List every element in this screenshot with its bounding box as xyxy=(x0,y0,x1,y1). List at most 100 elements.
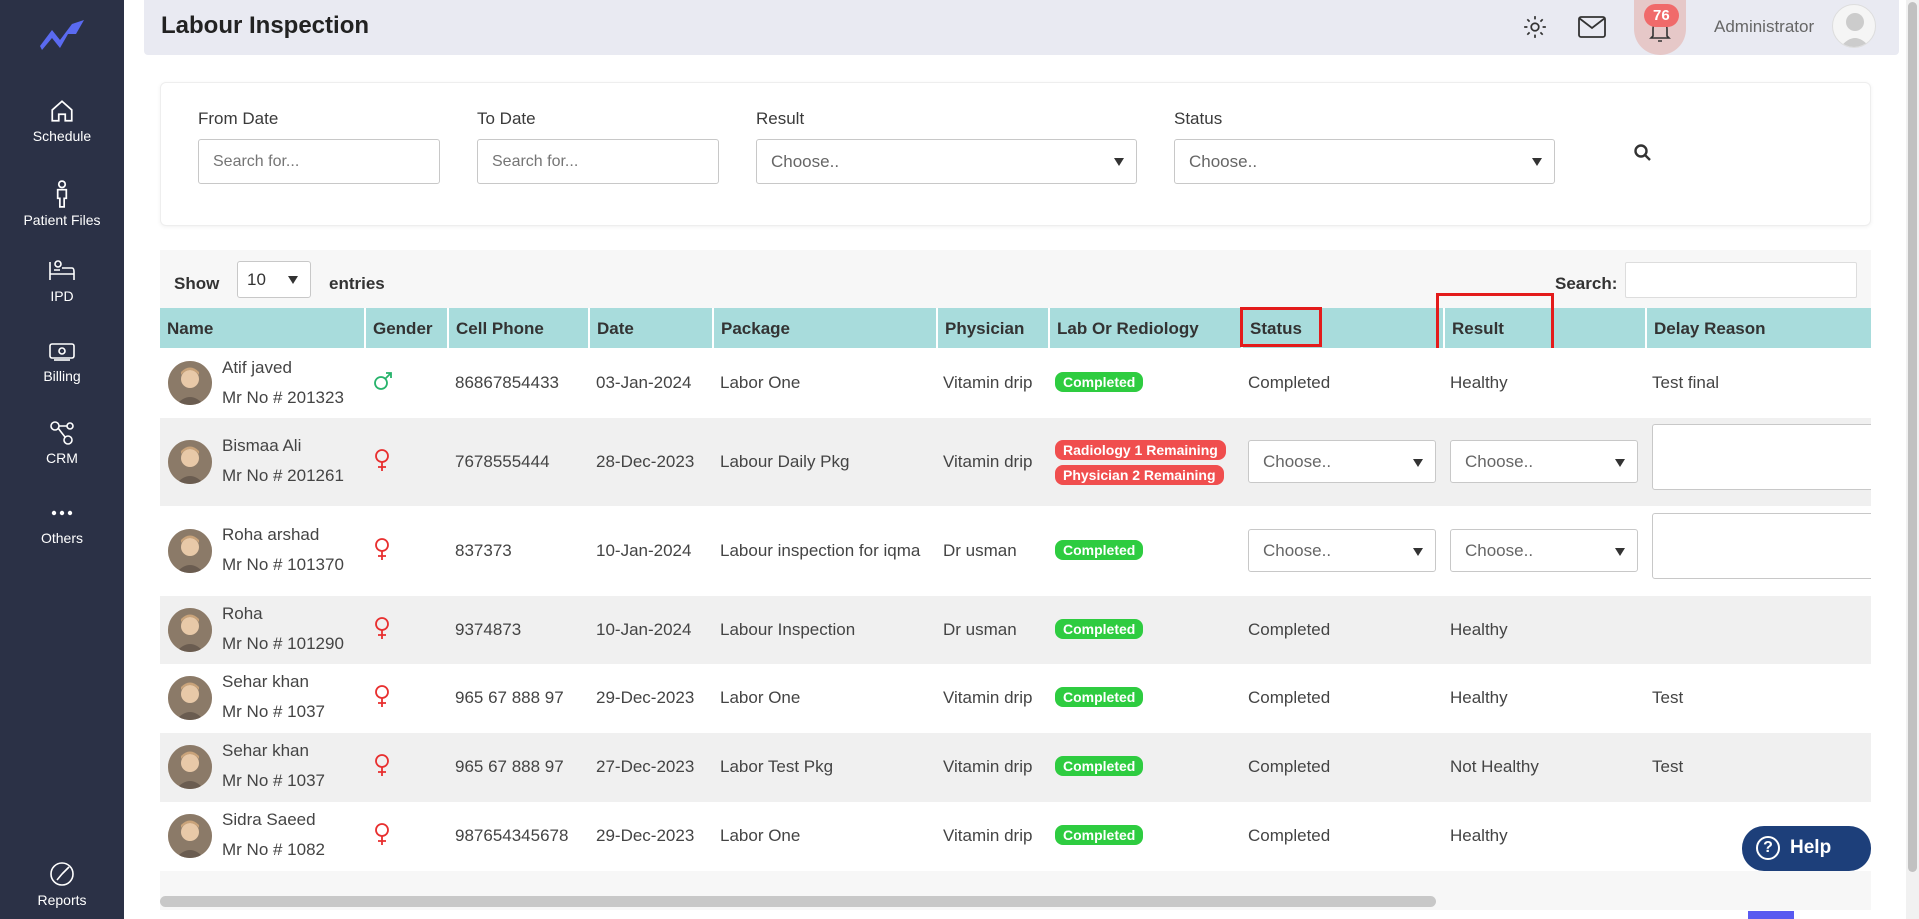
table-row[interactable]: Roha Mr No # 101290 9374873 10-Jan-2024 … xyxy=(160,596,1871,664)
sidebar-item-billing[interactable]: Billing xyxy=(0,340,124,384)
help-button[interactable]: ? Help xyxy=(1742,826,1871,871)
status-select[interactable]: Choose.. xyxy=(1248,529,1436,572)
lab-status-cell: Completed xyxy=(1055,619,1144,639)
vertical-scrollbar-thumb[interactable] xyxy=(1908,2,1917,872)
cell-result: Healthy xyxy=(1450,620,1508,639)
entries-select[interactable]: 10 xyxy=(237,261,311,298)
female-icon xyxy=(375,823,389,845)
column-header-cell-phone[interactable]: Cell Phone xyxy=(447,308,588,348)
lab-status-cell: Completed xyxy=(1055,825,1144,845)
table-row[interactable]: Bismaa Ali Mr No # 201261 7678555444 28-… xyxy=(160,418,1871,506)
patient-avatar xyxy=(168,440,212,484)
page-title: Labour Inspection xyxy=(161,12,370,39)
status-filter-label: Status xyxy=(1174,109,1223,128)
cell-physician: Dr usman xyxy=(943,620,1017,639)
patient-mrno: Mr No # 1037 xyxy=(222,771,325,790)
cell-physician: Vitamin drip xyxy=(943,452,1033,471)
patient-photo-icon xyxy=(168,361,212,405)
column-header-lab-or-rediology[interactable]: Lab Or Rediology xyxy=(1048,308,1241,348)
cell-physician: Vitamin drip xyxy=(943,688,1033,707)
column-header-delay-reason[interactable]: Delay Reason xyxy=(1645,308,1871,348)
result-filter-select[interactable]: Choose.. xyxy=(756,139,1137,184)
help-label: Help xyxy=(1790,837,1832,858)
user-avatar[interactable] xyxy=(1832,4,1876,48)
patient-name[interactable]: Bismaa Ali xyxy=(222,436,301,456)
column-header-date[interactable]: Date xyxy=(588,308,712,348)
person-icon xyxy=(56,180,68,208)
sidebar-item-reports[interactable]: Reports xyxy=(0,860,124,908)
delay-reason-input[interactable] xyxy=(1652,513,1871,579)
cell-phone: 837373 xyxy=(455,541,512,560)
sidebar-item-label: IPD xyxy=(50,288,74,304)
lab-status-cell: Radiology 1 Remaining xyxy=(1055,440,1226,460)
cell-date: 03-Jan-2024 xyxy=(596,373,692,392)
patient-name[interactable]: Sehar khan xyxy=(222,672,309,692)
to-date-input[interactable] xyxy=(477,139,719,184)
scroll-top-button[interactable] xyxy=(1748,911,1794,919)
column-header-package[interactable]: Package xyxy=(712,308,936,348)
from-date-input[interactable] xyxy=(198,139,440,184)
table-search-input[interactable] xyxy=(1625,262,1857,298)
show-label: Show xyxy=(174,274,220,293)
column-header-gender[interactable]: Gender xyxy=(364,308,447,348)
patient-name[interactable]: Atif javed xyxy=(222,358,292,378)
sidebar-item-crm[interactable]: CRM xyxy=(0,420,124,466)
mail-icon[interactable] xyxy=(1578,16,1606,38)
lab-status-cell: Completed xyxy=(1055,372,1144,392)
table-row[interactable]: Roha arshad Mr No # 101370 837373 10-Jan… xyxy=(160,506,1871,596)
result-select[interactable]: Choose.. xyxy=(1450,440,1638,483)
cell-result: Healthy xyxy=(1450,826,1508,845)
sidebar-item-schedule[interactable]: Schedule xyxy=(0,98,124,144)
sidebar-item-ipd[interactable]: IPD xyxy=(0,258,124,304)
user-name[interactable]: Administrator xyxy=(1714,17,1814,37)
result-select-value: Choose.. xyxy=(1465,452,1534,471)
sidebar-item-patient-files[interactable]: Patient Files xyxy=(0,180,124,228)
table-row[interactable]: Sehar khan Mr No # 1037 965 67 888 97 27… xyxy=(160,733,1871,802)
table-row[interactable]: Sidra Saeed Mr No # 1082 987654345678 29… xyxy=(160,802,1871,871)
status-filter-select[interactable]: Choose.. xyxy=(1174,139,1555,184)
lab-status-pill: Completed xyxy=(1055,687,1144,707)
patient-mrno: Mr No # 101290 xyxy=(222,634,344,653)
result-select[interactable]: Choose.. xyxy=(1450,529,1638,572)
table-row[interactable]: Sehar khan Mr No # 1037 965 67 888 97 29… xyxy=(160,664,1871,733)
cell-delay-reason: Test xyxy=(1652,688,1684,707)
lab-status-pill: Completed xyxy=(1055,619,1144,639)
cell-physician: Dr usman xyxy=(943,541,1017,560)
status-select[interactable]: Choose.. xyxy=(1248,440,1436,483)
cell-date: 10-Jan-2024 xyxy=(596,541,692,560)
sidebar: Schedule Patient Files IPD Billing CRM O… xyxy=(0,0,124,919)
cell-status: Completed xyxy=(1248,688,1331,707)
patient-photo-icon xyxy=(168,440,212,484)
cell-date: 27-Dec-2023 xyxy=(596,757,695,776)
chevron-down-icon xyxy=(1413,548,1423,556)
app-logo-icon[interactable] xyxy=(38,16,86,52)
female-icon xyxy=(375,617,389,639)
horizontal-scrollbar[interactable] xyxy=(160,896,1436,907)
lab-status-cell: Completed xyxy=(1055,687,1144,707)
status-select-value: Choose.. xyxy=(1263,541,1332,560)
gear-icon[interactable] xyxy=(1522,14,1548,40)
entries-label: entries xyxy=(329,274,385,293)
search-icon[interactable] xyxy=(1633,143,1653,163)
table-row[interactable]: Atif javed Mr No # 201323 86867854433 03… xyxy=(160,348,1871,418)
lab-status-cell: Completed xyxy=(1055,756,1144,776)
filter-panel: From Date To Date Result Choose.. Status… xyxy=(160,82,1871,226)
top-header: Labour Inspection 76 Administrator xyxy=(144,0,1899,55)
cell-package: Labor Test Pkg xyxy=(720,757,834,776)
patient-name[interactable]: Roha xyxy=(222,604,263,624)
column-header-physician[interactable]: Physician xyxy=(936,308,1048,348)
patient-photo-icon xyxy=(168,814,212,858)
delay-reason-input[interactable] xyxy=(1652,424,1871,490)
patient-mrno: Mr No # 1082 xyxy=(222,840,325,859)
column-header-name[interactable]: Name xyxy=(160,308,364,348)
patient-name[interactable]: Roha arshad xyxy=(222,525,319,545)
sidebar-item-others[interactable]: Others xyxy=(0,500,124,546)
patient-name[interactable]: Sehar khan xyxy=(222,741,309,761)
cell-phone: 7678555444 xyxy=(455,452,550,471)
female-icon xyxy=(375,754,389,776)
patient-name[interactable]: Sidra Saeed xyxy=(222,810,316,830)
cell-package: Labour Daily Pkg xyxy=(720,452,850,471)
cell-package: Labor One xyxy=(720,373,801,392)
from-date-label: From Date xyxy=(198,109,279,128)
cell-status: Completed xyxy=(1248,826,1331,845)
